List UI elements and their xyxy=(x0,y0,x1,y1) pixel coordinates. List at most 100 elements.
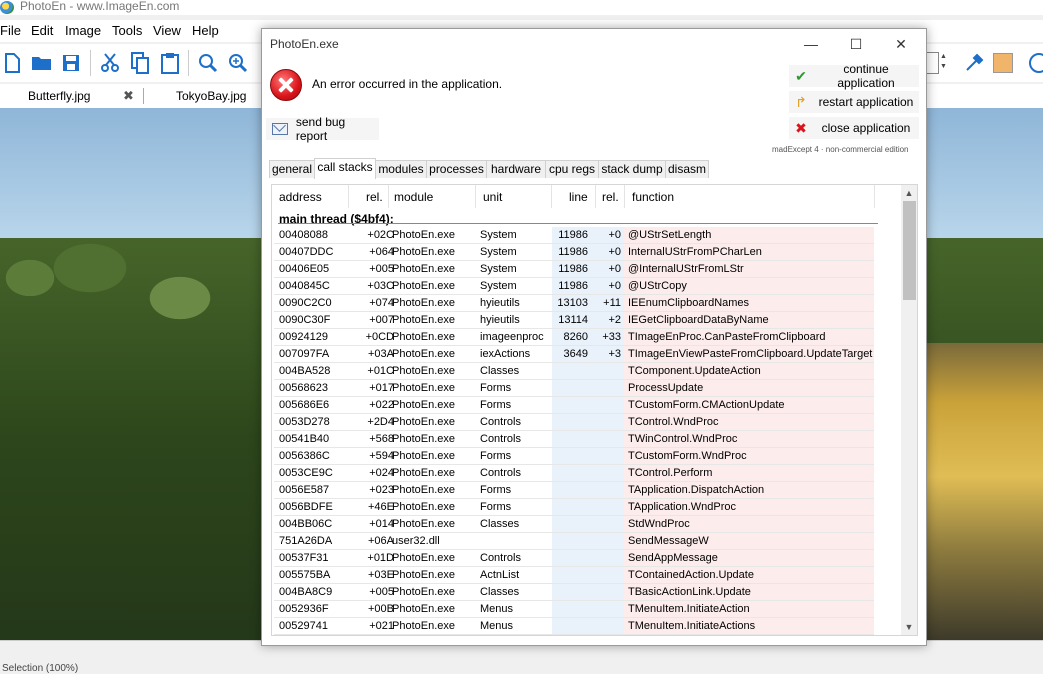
table-row[interactable]: 00529741 +021 PhotoEn.exe Menus TMenuItem.In… xyxy=(272,618,878,635)
table-row[interactable]: 0090C2C0 +074 PhotoEn.exe hyieutils 13103 +11… xyxy=(272,295,878,312)
eyedropper-icon[interactable] xyxy=(963,52,985,74)
tab-modules[interactable]: modules xyxy=(375,160,427,178)
scroll-up-icon[interactable]: ▲ xyxy=(901,185,917,201)
table-row[interactable]: 0056BDFE +46E PhotoEn.exe Forms TApplication… xyxy=(272,499,878,516)
close-window-button[interactable]: ✕ xyxy=(879,31,923,57)
row-function: SendMessageW xyxy=(628,535,709,547)
color-swatch[interactable] xyxy=(993,53,1013,73)
col-address[interactable]: address xyxy=(279,190,322,204)
restart-application-button[interactable]: ↱ restart application xyxy=(789,91,919,113)
row-rel2: +0 xyxy=(608,263,621,275)
row-function: TControl.Perform xyxy=(628,467,713,479)
menu-help[interactable]: Help xyxy=(192,23,219,38)
zoom-in-icon[interactable] xyxy=(227,52,249,74)
close-tab-icon[interactable]: ✖ xyxy=(123,86,134,106)
col-rel[interactable]: rel. xyxy=(366,190,383,204)
row-unit: Menus xyxy=(480,603,514,615)
col-rel2[interactable]: rel. xyxy=(602,190,619,204)
close-application-button[interactable]: ✖ close application xyxy=(789,117,919,139)
row-rel: +064 xyxy=(369,246,394,258)
menu-tools[interactable]: Tools xyxy=(112,23,142,38)
row-module: PhotoEn.exe xyxy=(392,280,455,292)
table-row[interactable]: 00408088 +02C PhotoEn.exe System 11986 +0 @USt… xyxy=(272,227,878,244)
col-module[interactable]: module xyxy=(394,190,433,204)
dialog-title: PhotoEn.exe xyxy=(270,37,339,51)
open-folder-icon[interactable] xyxy=(31,52,53,74)
table-row[interactable]: 0056386C +594 PhotoEn.exe Forms TCustomForm.… xyxy=(272,448,878,465)
menu-file[interactable]: File xyxy=(0,23,21,38)
row-module: PhotoEn.exe xyxy=(392,484,455,496)
table-row[interactable]: 00568623 +017 PhotoEn.exe Forms ProcessUpdat… xyxy=(272,380,878,397)
send-bug-report-button[interactable]: send bug report xyxy=(266,115,379,143)
menu-view[interactable]: View xyxy=(153,23,181,38)
row-rel: +022 xyxy=(369,399,394,411)
error-dialog: PhotoEn.exe — ☐ ✕ An error occurred in t… xyxy=(261,28,927,646)
row-rel: +06A xyxy=(368,535,394,547)
row-rel2: +0 xyxy=(608,229,621,241)
palette-icon[interactable] xyxy=(1025,52,1043,74)
table-row[interactable]: 005575BA +03E PhotoEn.exe ActnList TContaine… xyxy=(272,567,878,584)
zoom-icon[interactable] xyxy=(197,52,219,74)
row-module: PhotoEn.exe xyxy=(392,501,455,513)
doc-tab-butterfly[interactable]: Butterfly.jpg xyxy=(28,86,90,106)
table-row[interactable]: 0053D278 +2D4 PhotoEn.exe Controls TControl.… xyxy=(272,414,878,431)
table-row[interactable]: 0056E587 +023 PhotoEn.exe Forms TApplication… xyxy=(272,482,878,499)
row-unit: Controls xyxy=(480,552,521,564)
tab-call-stacks[interactable]: call stacks xyxy=(314,158,376,179)
menu-edit[interactable]: Edit xyxy=(31,23,53,38)
spinner-arrows-icon[interactable]: ▲ ▼ xyxy=(940,52,952,72)
row-unit: Classes xyxy=(480,518,520,530)
row-rel2: +11 xyxy=(603,297,621,309)
continue-application-button[interactable]: ✔ continue application xyxy=(789,62,919,90)
table-row[interactable]: 004BA8C9 +005 PhotoEn.exe Classes TBasicActi… xyxy=(272,584,878,601)
col-unit[interactable]: unit xyxy=(483,190,502,204)
maximize-button[interactable]: ☐ xyxy=(834,31,878,57)
table-row[interactable]: 00924129 +0CD PhotoEn.exe imageenproc 8260 +3… xyxy=(272,329,878,346)
row-function: InternalUStrFromPCharLen xyxy=(628,246,762,258)
tab-cpu-regs[interactable]: cpu regs xyxy=(545,160,599,178)
size-spinner[interactable] xyxy=(925,52,939,74)
tab-general[interactable]: general xyxy=(269,160,315,178)
table-row[interactable]: 0090C30F +007 PhotoEn.exe hyieutils 13114 +2 I… xyxy=(272,312,878,329)
row-address: 00408088 xyxy=(279,229,328,241)
table-row[interactable]: 00541B40 +568 PhotoEn.exe Controls TWinContr… xyxy=(272,431,878,448)
row-function: StdWndProc xyxy=(628,518,690,530)
error-message: An error occurred in the application. xyxy=(312,77,503,91)
row-rel: +01D xyxy=(367,552,394,564)
scroll-thumb[interactable] xyxy=(903,201,916,300)
row-address: 00568623 xyxy=(279,382,328,394)
table-row[interactable]: 007097FA +03A PhotoEn.exe iexActions 3649 +3 T… xyxy=(272,346,878,363)
tab-processes[interactable]: processes xyxy=(426,160,487,178)
col-function[interactable]: function xyxy=(632,190,674,204)
table-row[interactable]: 0052936F +00B PhotoEn.exe Menus TMenuItem.In… xyxy=(272,601,878,618)
tab-stack-dump[interactable]: stack dump xyxy=(598,160,666,178)
row-function: @UStrCopy xyxy=(628,280,687,292)
scroll-down-icon[interactable]: ▼ xyxy=(901,619,917,635)
new-file-icon[interactable] xyxy=(1,52,23,74)
row-unit: Menus xyxy=(480,620,514,632)
table-row[interactable]: 751A26DA +06A user32.dll SendMessageW xyxy=(272,533,878,550)
table-row[interactable]: 00406E05 +005 PhotoEn.exe System 11986 +0 @Int… xyxy=(272,261,878,278)
cut-icon[interactable] xyxy=(99,52,121,74)
table-row[interactable]: 00537F31 +01D PhotoEn.exe Controls SendAppMe… xyxy=(272,550,878,567)
send-bug-report-label: send bug report xyxy=(295,115,346,143)
row-line: 11986 xyxy=(558,263,588,275)
vertical-scrollbar[interactable]: ▲ ▼ xyxy=(901,185,917,635)
table-row[interactable]: 004BA528 +01C PhotoEn.exe Classes TComponent… xyxy=(272,363,878,380)
col-line[interactable]: line xyxy=(569,190,588,204)
doc-tab-tokyobay[interactable]: TokyoBay.jpg xyxy=(176,86,246,106)
row-rel: +0CD xyxy=(365,331,394,343)
row-module: PhotoEn.exe xyxy=(392,603,455,615)
table-row[interactable]: 0053CE9C +024 PhotoEn.exe Controls TControl.… xyxy=(272,465,878,482)
tab-hardware[interactable]: hardware xyxy=(486,160,546,178)
table-row[interactable]: 005686E6 +022 PhotoEn.exe Forms TCustomForm.… xyxy=(272,397,878,414)
menu-image[interactable]: Image xyxy=(65,23,101,38)
minimize-button[interactable]: — xyxy=(789,31,833,57)
table-row[interactable]: 004BB06C +014 PhotoEn.exe Classes StdWndProc xyxy=(272,516,878,533)
paste-icon[interactable] xyxy=(159,52,181,74)
tab-disasm[interactable]: disasm xyxy=(665,160,709,178)
table-row[interactable]: 0040845C +03C PhotoEn.exe System 11986 +0 @USt… xyxy=(272,278,878,295)
table-row[interactable]: 00407DDC +064 PhotoEn.exe System 11986 +0 Inte… xyxy=(272,244,878,261)
save-icon[interactable] xyxy=(60,52,82,74)
copy-icon[interactable] xyxy=(129,52,151,74)
